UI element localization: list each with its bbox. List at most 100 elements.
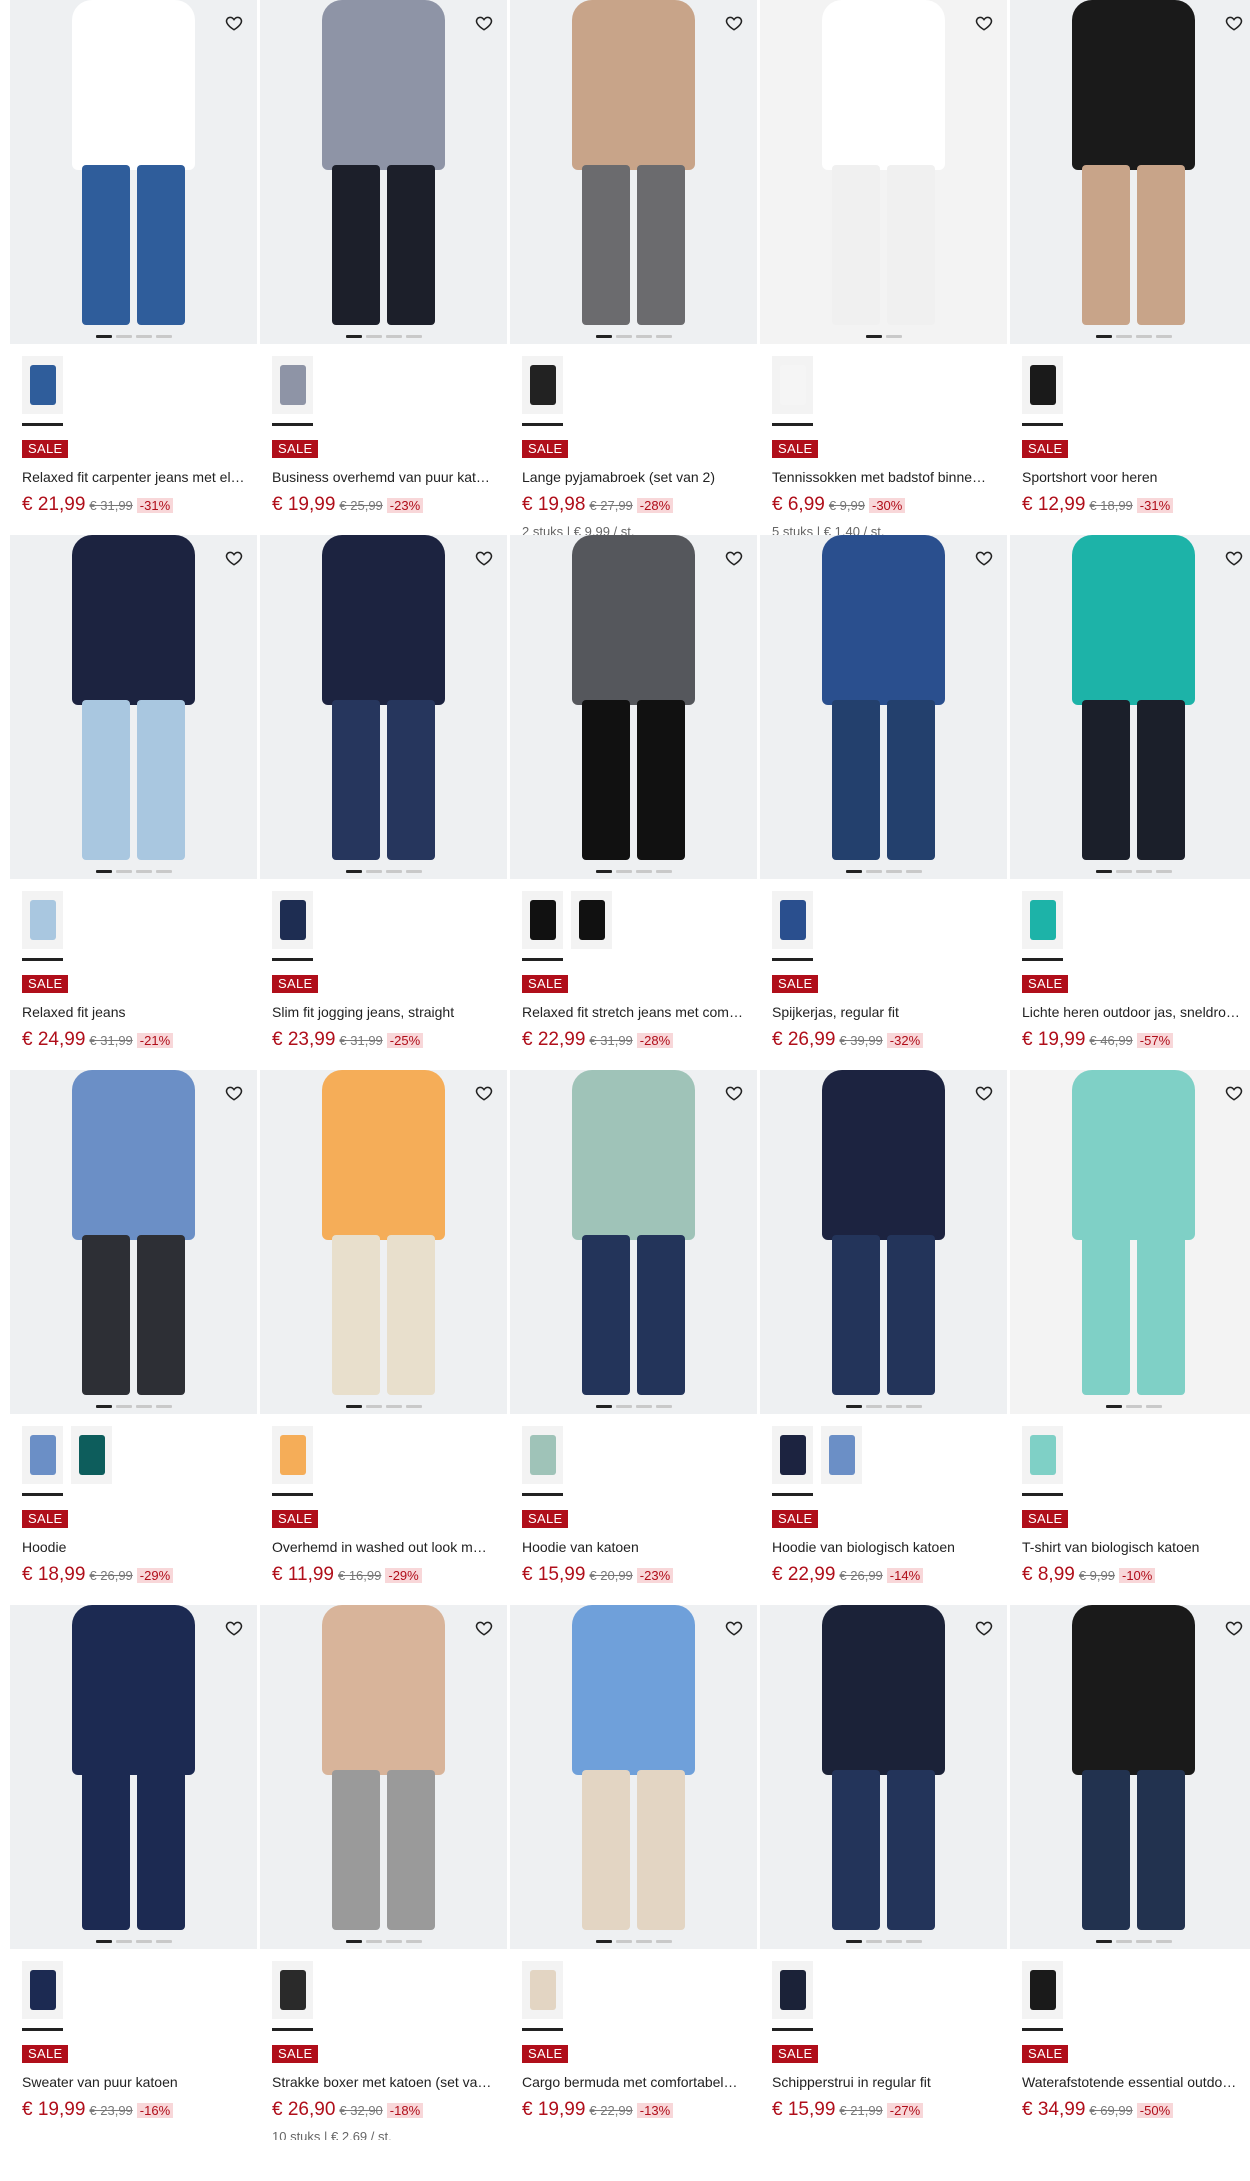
- product-title[interactable]: Hoodie van katoen: [522, 1538, 745, 1556]
- product-card[interactable]: SALE Business overhemd van puur kat… € 19,…: [260, 0, 507, 535]
- carousel-dot[interactable]: [135, 1940, 152, 1943]
- carousel-dot[interactable]: [385, 1940, 402, 1943]
- carousel-dot[interactable]: [1155, 1940, 1172, 1943]
- heart-icon[interactable]: [473, 547, 495, 569]
- carousel-dot[interactable]: [365, 870, 382, 873]
- product-card[interactable]: SALE Hoodie van katoen € 15,99 € 20,99 -23%: [510, 1070, 757, 1605]
- heart-icon[interactable]: [723, 12, 745, 34]
- carousel-dot[interactable]: [655, 1405, 672, 1408]
- carousel-dot[interactable]: [615, 1405, 632, 1408]
- color-swatch[interactable]: [772, 1961, 813, 2031]
- color-swatch[interactable]: [22, 1426, 63, 1496]
- carousel-dot[interactable]: [115, 1940, 132, 1943]
- image-carousel-indicator[interactable]: [1095, 335, 1172, 338]
- carousel-dot[interactable]: [595, 335, 612, 338]
- image-carousel-indicator[interactable]: [95, 335, 172, 338]
- carousel-dot[interactable]: [1145, 1405, 1162, 1408]
- color-swatch[interactable]: [71, 1426, 112, 1484]
- carousel-dot[interactable]: [1105, 1405, 1122, 1408]
- product-image[interactable]: [10, 1070, 257, 1414]
- carousel-dot[interactable]: [595, 1940, 612, 1943]
- heart-icon[interactable]: [973, 547, 995, 569]
- carousel-dot[interactable]: [595, 1405, 612, 1408]
- color-swatch[interactable]: [22, 356, 63, 426]
- carousel-dot[interactable]: [595, 870, 612, 873]
- carousel-dot[interactable]: [865, 1405, 882, 1408]
- image-carousel-indicator[interactable]: [1095, 870, 1172, 873]
- image-carousel-indicator[interactable]: [595, 1405, 672, 1408]
- carousel-dot[interactable]: [155, 1940, 172, 1943]
- carousel-dot[interactable]: [385, 1405, 402, 1408]
- product-image[interactable]: [760, 1070, 1007, 1414]
- product-title[interactable]: Business overhemd van puur kat…: [272, 468, 495, 486]
- carousel-dot[interactable]: [1125, 1405, 1142, 1408]
- product-title[interactable]: Tennissokken met badstof binne…: [772, 468, 995, 486]
- color-swatch[interactable]: [1022, 356, 1063, 426]
- product-title[interactable]: Slim fit jogging jeans, straight: [272, 1003, 495, 1021]
- heart-icon[interactable]: [223, 1617, 245, 1639]
- carousel-dot[interactable]: [1095, 1940, 1112, 1943]
- product-card[interactable]: SALE Lichte heren outdoor jas, sneldro… € …: [1010, 535, 1250, 1070]
- carousel-dot[interactable]: [635, 1405, 652, 1408]
- image-carousel-indicator[interactable]: [95, 1940, 172, 1943]
- carousel-dot[interactable]: [405, 1940, 422, 1943]
- product-image[interactable]: [260, 0, 507, 344]
- carousel-dot[interactable]: [1115, 870, 1132, 873]
- carousel-dot[interactable]: [635, 870, 652, 873]
- carousel-dot[interactable]: [885, 1405, 902, 1408]
- heart-icon[interactable]: [473, 12, 495, 34]
- carousel-dot[interactable]: [95, 870, 112, 873]
- product-image[interactable]: [1010, 0, 1250, 344]
- color-swatch[interactable]: [772, 1426, 813, 1496]
- product-card[interactable]: SALE Strakke boxer met katoen (set va… € 2…: [260, 1605, 507, 2140]
- carousel-dot[interactable]: [95, 1405, 112, 1408]
- color-swatch[interactable]: [272, 356, 313, 426]
- product-title[interactable]: Relaxed fit carpenter jeans met el…: [22, 468, 245, 486]
- product-image[interactable]: [760, 0, 1007, 344]
- product-image[interactable]: [1010, 1070, 1250, 1414]
- carousel-dot[interactable]: [405, 1405, 422, 1408]
- carousel-dot[interactable]: [655, 870, 672, 873]
- carousel-dot[interactable]: [115, 870, 132, 873]
- carousel-dot[interactable]: [615, 335, 632, 338]
- heart-icon[interactable]: [223, 1082, 245, 1104]
- color-swatch[interactable]: [272, 1961, 313, 2031]
- carousel-dot[interactable]: [1135, 335, 1152, 338]
- product-image[interactable]: [510, 1605, 757, 1949]
- product-image[interactable]: [1010, 1605, 1250, 1949]
- image-carousel-indicator[interactable]: [845, 870, 922, 873]
- product-card[interactable]: SALE Sportshort voor heren € 12,99 € 18,99-…: [1010, 0, 1250, 535]
- carousel-dot[interactable]: [345, 870, 362, 873]
- product-title[interactable]: Waterafstotende essential outdo…: [1022, 2073, 1245, 2091]
- carousel-dot[interactable]: [905, 1940, 922, 1943]
- carousel-dot[interactable]: [365, 1405, 382, 1408]
- product-title[interactable]: Relaxed fit jeans: [22, 1003, 245, 1021]
- heart-icon[interactable]: [223, 547, 245, 569]
- product-title[interactable]: T-shirt van biologisch katoen: [1022, 1538, 1245, 1556]
- carousel-dot[interactable]: [905, 1405, 922, 1408]
- product-card[interactable]: SALE T-shirt van biologisch katoen € 8,99 €…: [1010, 1070, 1250, 1605]
- carousel-dot[interactable]: [1095, 870, 1112, 873]
- carousel-dot[interactable]: [615, 1940, 632, 1943]
- color-swatch[interactable]: [772, 356, 813, 426]
- product-image[interactable]: [260, 1070, 507, 1414]
- product-card[interactable]: SALE Spijkerjas, regular fit € 26,99 € 39,9…: [760, 535, 1007, 1070]
- carousel-dot[interactable]: [115, 335, 132, 338]
- carousel-dot[interactable]: [345, 335, 362, 338]
- heart-icon[interactable]: [723, 547, 745, 569]
- product-title[interactable]: Relaxed fit stretch jeans met com…: [522, 1003, 745, 1021]
- color-swatch[interactable]: [272, 1426, 313, 1496]
- carousel-dot[interactable]: [95, 335, 112, 338]
- product-card[interactable]: SALE Relaxed fit stretch jeans met com… € …: [510, 535, 757, 1070]
- carousel-dot[interactable]: [655, 1940, 672, 1943]
- carousel-dot[interactable]: [365, 335, 382, 338]
- product-card[interactable]: SALE Relaxed fit jeans € 24,99 € 31,99 -21%: [10, 535, 257, 1070]
- product-image[interactable]: [760, 535, 1007, 879]
- carousel-dot[interactable]: [135, 335, 152, 338]
- carousel-dot[interactable]: [865, 335, 882, 338]
- product-image[interactable]: [10, 535, 257, 879]
- color-swatch[interactable]: [1022, 1961, 1063, 2031]
- color-swatch[interactable]: [522, 1426, 563, 1496]
- image-carousel-indicator[interactable]: [845, 1940, 922, 1943]
- carousel-dot[interactable]: [655, 335, 672, 338]
